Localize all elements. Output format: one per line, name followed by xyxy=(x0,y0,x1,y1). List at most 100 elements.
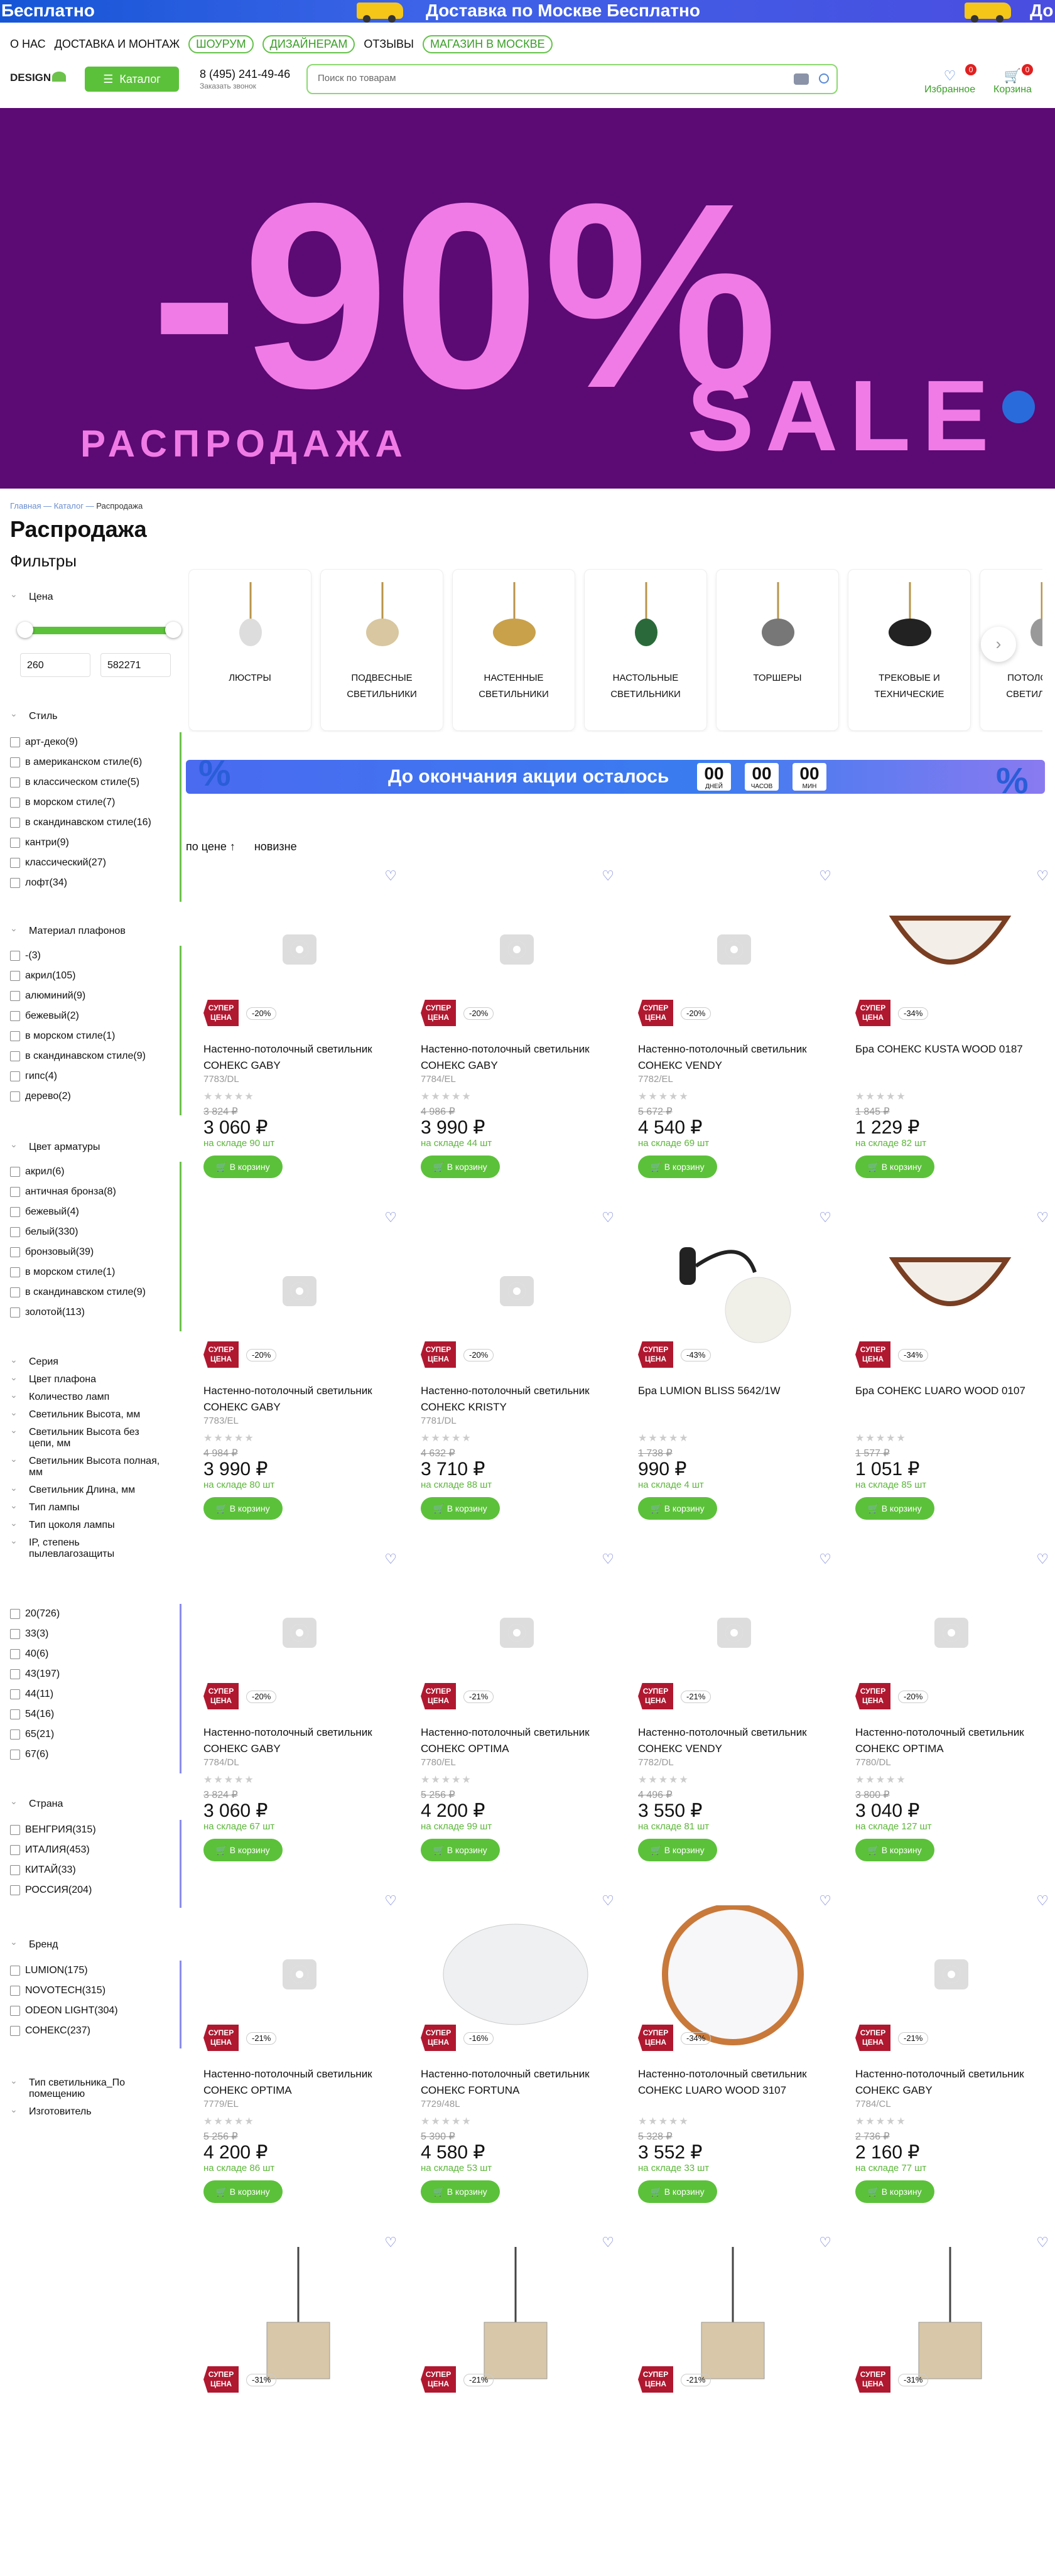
add-to-cart-button[interactable]: 🛒 В корзину xyxy=(203,1155,283,1178)
rating-stars[interactable]: ★★★★★ xyxy=(203,1090,255,1103)
filter-option[interactable]: дерево(2) xyxy=(10,1086,146,1107)
checkbox[interactable] xyxy=(10,1051,20,1061)
style-filter-title[interactable]: Стиль xyxy=(10,708,58,722)
checkbox[interactable] xyxy=(10,777,20,787)
heart-icon[interactable]: ♡ xyxy=(1036,1893,1049,1909)
product-name[interactable]: Бра СОНЕКС LUARO WOOD 0107 xyxy=(855,1383,1044,1399)
heart-icon[interactable]: ♡ xyxy=(819,2234,831,2251)
filter-option[interactable]: 44(11) xyxy=(10,1684,60,1704)
checkbox[interactable] xyxy=(10,1689,20,1699)
add-to-cart-button[interactable]: 🛒 В корзину xyxy=(638,1155,717,1178)
product-card[interactable]: ♡ СУПЕР ЦЕНА -21% Настенно-потолочный свети… xyxy=(412,1551,619,1893)
nav-reviews[interactable]: ОТЗЫВЫ xyxy=(364,38,414,51)
filter-option[interactable]: LUMION(175) xyxy=(10,1961,118,1981)
collapsed-filter-title[interactable]: Светильник Высота без цепи, мм xyxy=(10,1424,161,1449)
material-filter-title[interactable]: Материал плафонов xyxy=(10,923,126,937)
crumb-home[interactable]: Главная xyxy=(10,501,41,511)
product-image[interactable] xyxy=(214,2247,383,2398)
collapsed-filter[interactable]: Серия xyxy=(10,1354,161,1368)
collapsed-filter-title[interactable]: Количество ламп xyxy=(10,1389,161,1403)
product-image[interactable] xyxy=(865,880,1035,1031)
nav-delivery[interactable]: ДОСТАВКА И МОНТАЖ xyxy=(55,38,180,51)
checkbox[interactable] xyxy=(10,818,20,828)
product-name[interactable]: Настенно-потолочный светильник СОНЕКС OP… xyxy=(421,1724,609,1757)
collapsed-filter-title[interactable]: Цвет плафона xyxy=(10,1372,161,1385)
filter-option[interactable]: античная бронза(8) xyxy=(10,1182,146,1202)
product-card[interactable]: ♡ СУПЕР ЦЕНА -20% Настенно-потолочный свети… xyxy=(629,868,836,1210)
checkbox[interactable] xyxy=(10,1966,20,1976)
product-image[interactable] xyxy=(865,1222,1035,1373)
product-image[interactable] xyxy=(431,1905,600,2056)
filter-option[interactable]: КИТАЙ(33) xyxy=(10,1860,96,1880)
product-image[interactable] xyxy=(214,880,383,1031)
collapsed-filter[interactable]: IP, степень пылевлагозащиты xyxy=(10,1535,161,1560)
add-to-cart-button[interactable]: 🛒 В корзину xyxy=(203,1497,283,1520)
filter-option[interactable]: 20(726) xyxy=(10,1604,60,1624)
heart-icon[interactable]: ♡ xyxy=(384,1893,397,1909)
product-image[interactable] xyxy=(865,1564,1035,1714)
product-card[interactable]: ♡ СУПЕР ЦЕНА -16% Настенно-потолочный свети… xyxy=(412,1893,619,2234)
product-image[interactable] xyxy=(865,2247,1035,2398)
rating-stars[interactable]: ★★★★★ xyxy=(855,1773,907,1786)
checkbox[interactable] xyxy=(10,878,20,888)
collapsed-filter[interactable]: Тип цоколя лампы xyxy=(10,1517,161,1531)
checkbox[interactable] xyxy=(10,1649,20,1659)
rating-stars[interactable]: ★★★★★ xyxy=(855,2115,907,2128)
collapsed-filter-title[interactable]: Серия xyxy=(10,1354,161,1368)
product-card[interactable]: ♡ СУПЕР ЦЕНА -21% Настенно-потолочный свети… xyxy=(195,1893,402,2234)
rating-stars[interactable]: ★★★★★ xyxy=(638,1090,690,1103)
product-image[interactable] xyxy=(431,1222,600,1373)
heart-icon[interactable]: ♡ xyxy=(819,868,831,884)
nav-showroom[interactable]: ШОУРУМ xyxy=(188,35,254,53)
checkbox[interactable] xyxy=(10,951,20,961)
collapsed-filter-title[interactable]: Тип цоколя лампы xyxy=(10,1517,161,1531)
heart-icon[interactable]: ♡ xyxy=(384,2234,397,2251)
rating-stars[interactable]: ★★★★★ xyxy=(203,1773,255,1786)
product-name[interactable]: Настенно-потолочный светильник СОНЕКС VE… xyxy=(638,1724,826,1757)
brand-filter-title[interactable]: Бренд xyxy=(10,1937,58,1951)
search-input[interactable]: Поиск по товарам xyxy=(306,64,838,94)
checkbox[interactable] xyxy=(10,1609,20,1619)
rating-stars[interactable]: ★★★★★ xyxy=(421,1090,472,1103)
heart-icon[interactable]: ♡ xyxy=(1036,868,1049,884)
catalog-button[interactable]: ☰ Каталог xyxy=(85,67,179,92)
product-image[interactable] xyxy=(648,2247,818,2398)
collapsed-filter[interactable]: Тип светильника_По помещению xyxy=(10,2075,161,2100)
add-to-cart-button[interactable]: 🛒 В корзину xyxy=(638,1839,717,1861)
filter-option[interactable]: алюминий(9) xyxy=(10,986,146,1006)
product-name[interactable]: Настенно-потолочный светильник СОНЕКС GA… xyxy=(203,1041,392,1074)
checkbox[interactable] xyxy=(10,1207,20,1217)
filter-option[interactable]: лофт(34) xyxy=(10,873,151,893)
checkbox[interactable] xyxy=(10,1729,20,1740)
add-to-cart-button[interactable]: 🛒 В корзину xyxy=(421,1497,500,1520)
product-card[interactable]: ♡ СУПЕР ЦЕНА -21% Настенно-потолочный свети… xyxy=(847,1893,1054,2234)
product-card[interactable]: ♡ СУПЕР ЦЕНА -21% Настенно-потолочный свети… xyxy=(629,1551,836,1893)
add-to-cart-button[interactable]: 🛒 В корзину xyxy=(203,1839,283,1861)
heart-icon[interactable]: ♡ xyxy=(819,1210,831,1226)
product-name[interactable]: Настенно-потолочный светильник СОНЕКС GA… xyxy=(421,1041,609,1074)
filter-option[interactable]: арт-деко(9) xyxy=(10,732,151,752)
sort-new[interactable]: новизне xyxy=(254,840,297,853)
product-card[interactable]: ♡ СУПЕР ЦЕНА -31% xyxy=(195,2234,402,2576)
filter-option[interactable]: -(3) xyxy=(10,946,146,966)
phone-number[interactable]: 8 (495) 241-49-46 xyxy=(200,68,290,81)
filter-option[interactable]: в морском стиле(1) xyxy=(10,1262,146,1282)
collapsed-filter[interactable]: Количество ламп xyxy=(10,1389,161,1403)
rating-stars[interactable]: ★★★★★ xyxy=(203,1432,255,1444)
range-min-handle[interactable] xyxy=(17,622,33,638)
checkbox[interactable] xyxy=(10,1629,20,1639)
category-card[interactable]: ТРЕКОВЫЕ И ТЕХНИЧЕСКИЕ xyxy=(848,569,971,731)
checkbox[interactable] xyxy=(10,1750,20,1760)
cart-button[interactable]: 🛒 0 Корзина xyxy=(993,64,1033,95)
product-image[interactable] xyxy=(865,1905,1035,2056)
product-image[interactable] xyxy=(214,1905,383,2056)
product-image[interactable] xyxy=(648,1903,818,2056)
collapsed-filter[interactable]: Светильник Длина, мм xyxy=(10,1482,161,1496)
checkbox[interactable] xyxy=(10,2026,20,2036)
filter-option[interactable]: ВЕНГРИЯ(315) xyxy=(10,1820,96,1840)
product-image[interactable] xyxy=(431,1564,600,1714)
checkbox[interactable] xyxy=(10,1885,20,1895)
checkbox[interactable] xyxy=(10,1011,20,1021)
filter-option[interactable]: в морском стиле(7) xyxy=(10,793,151,813)
collapsed-filter-title[interactable]: IP, степень пылевлагозащиты xyxy=(10,1535,161,1560)
